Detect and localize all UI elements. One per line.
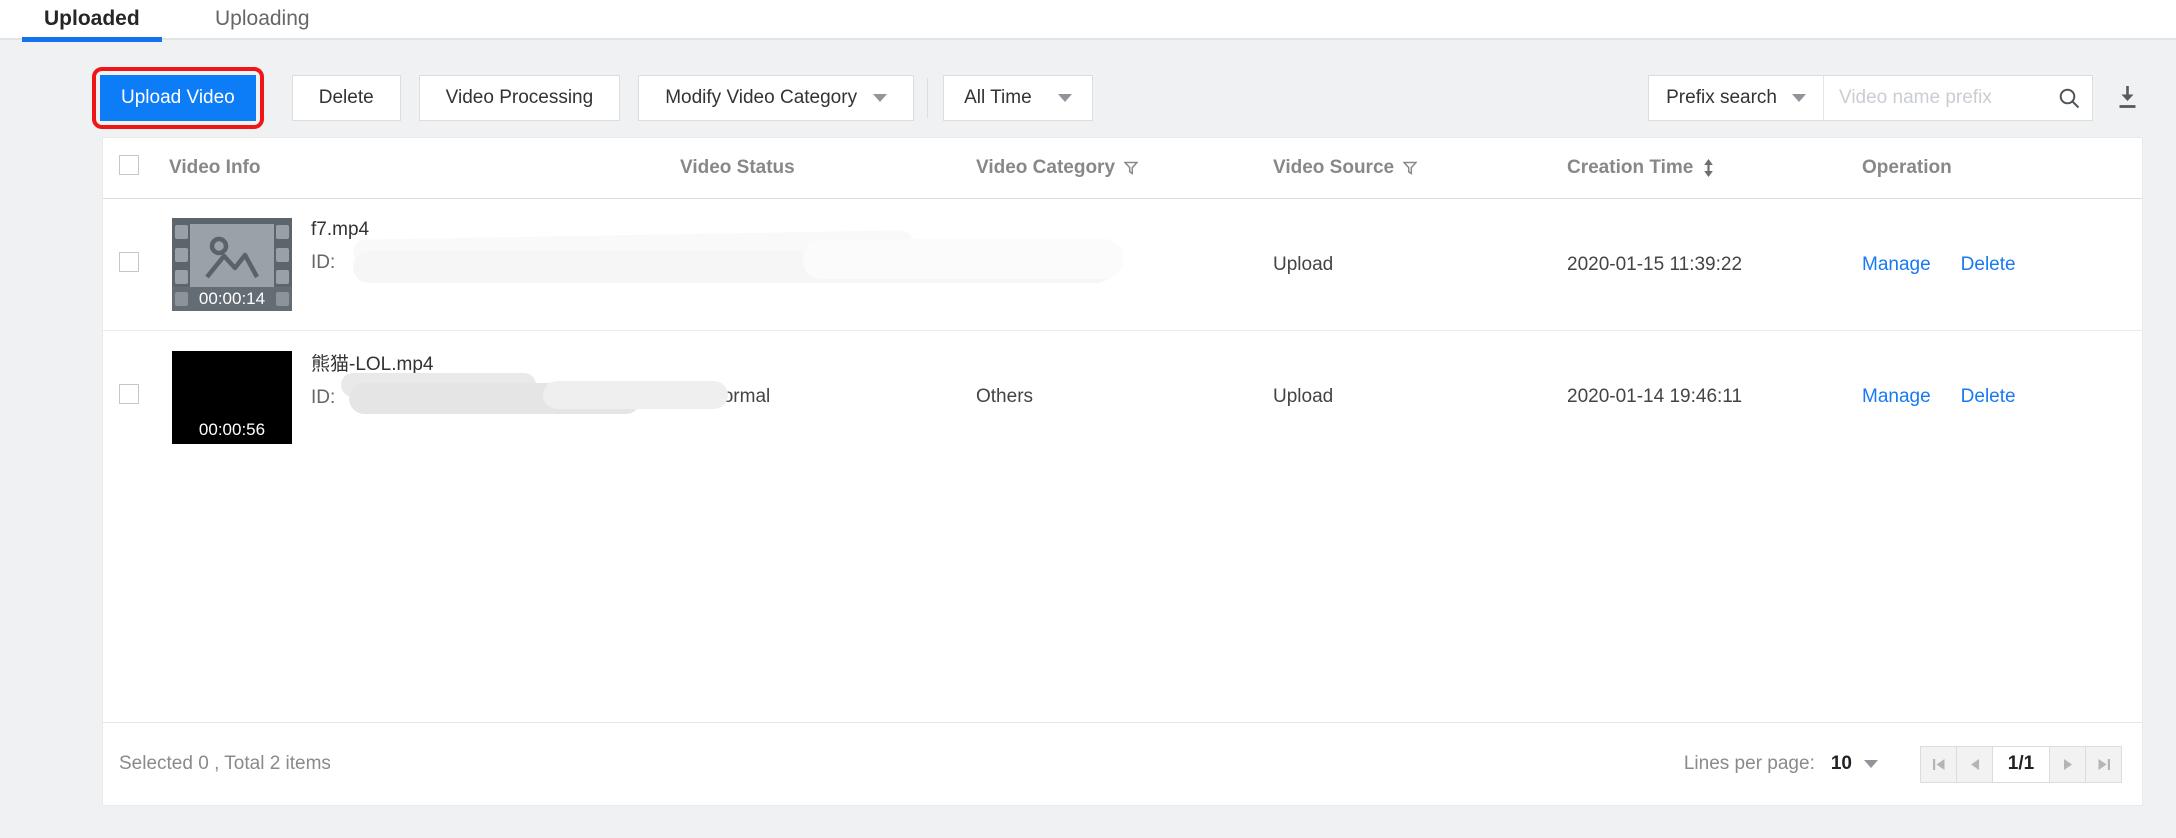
sort-arrows-icon[interactable] <box>1702 159 1715 177</box>
download-icon <box>2119 86 2135 108</box>
video-id-label: ID: <box>311 387 336 408</box>
video-info-cell: 00:00:14 f7.mp4 ID: <box>169 218 680 311</box>
row-select-checkbox[interactable] <box>119 251 139 272</box>
pagination: 1/1 <box>1920 745 2122 783</box>
lines-per-page-value: 10 <box>1830 753 1852 774</box>
next-page-icon <box>2063 758 2072 770</box>
tab-uploading[interactable]: Uploading <box>215 7 310 31</box>
video-status-cell: Normal <box>680 386 976 408</box>
upload-video-button[interactable]: Upload Video <box>100 75 256 121</box>
active-tab-indicator <box>22 37 162 42</box>
prev-page-icon <box>1970 758 1979 770</box>
image-placeholder-icon <box>205 236 259 278</box>
check-circle-icon <box>680 255 700 274</box>
col-video-source: Video Source <box>1273 157 1567 179</box>
col-video-status: Video Status <box>680 157 795 178</box>
export-download-button[interactable] <box>2111 75 2143 121</box>
delete-link[interactable]: Delete <box>1961 386 2016 408</box>
delete-link[interactable]: Delete <box>1961 254 2016 276</box>
magnifier-icon <box>2059 88 2079 108</box>
modify-video-category-label: Modify Video Category <box>665 87 858 108</box>
video-category-cell: Others <box>976 253 1034 275</box>
chevron-down-icon <box>1864 760 1878 768</box>
toolbar-right: Prefix search <box>1648 75 2143 121</box>
tab-uploaded[interactable]: Uploaded <box>44 7 140 31</box>
col-video-category: Video Category <box>976 157 1273 179</box>
col-operation: Operation <box>1862 157 1952 178</box>
creation-time-cell: 2020-01-14 19:46:11 <box>1567 386 1743 407</box>
row-select-checkbox[interactable] <box>119 384 139 404</box>
search-input[interactable] <box>1824 76 2046 120</box>
operation-cell: Manage Delete <box>1862 386 2142 408</box>
toolbar-divider <box>927 78 929 118</box>
toolbar: Upload Video Delete Video Processing Mod… <box>92 67 2143 129</box>
col-video-info: Video Info <box>169 157 261 178</box>
video-id-label: ID: <box>311 252 336 273</box>
time-filter-dropdown[interactable]: All Time <box>943 75 1094 121</box>
search-scope-label: Prefix search <box>1666 87 1777 108</box>
video-thumbnail: 00:00:56 <box>172 350 292 444</box>
manage-link[interactable]: Manage <box>1862 254 1931 276</box>
video-category-cell: Others <box>976 386 1034 407</box>
duration-badge: 00:00:56 <box>198 419 266 439</box>
funnel-filter-icon[interactable] <box>1124 161 1139 175</box>
video-table-panel: Video Info Video Status Video Category V… <box>102 137 2143 806</box>
table-row: 00:00:14 f7.mp4 ID: Normal Others Upload… <box>103 199 2142 331</box>
manage-link[interactable]: Manage <box>1862 386 1931 408</box>
funnel-filter-icon[interactable] <box>1403 161 1418 175</box>
table-footer: Selected 0 , Total 2 items Lines per pag… <box>103 722 2142 805</box>
lines-per-page-dropdown[interactable]: 10 <box>1831 753 1878 775</box>
last-page-icon <box>2098 758 2110 770</box>
video-name: 熊猫-LOL.mp4 <box>311 354 434 375</box>
video-source-cell: Upload <box>1273 386 1334 407</box>
check-circle-icon <box>680 387 700 407</box>
tab-bar: Uploaded Uploading <box>0 0 2176 42</box>
next-page-button[interactable] <box>2049 745 2086 783</box>
chevron-down-icon <box>873 94 888 102</box>
chevron-down-icon <box>1058 94 1073 102</box>
video-source-cell: Upload <box>1273 253 1334 275</box>
select-all-checkbox[interactable] <box>119 155 139 175</box>
film-strip-image-icon: 00:00:14 <box>172 218 292 311</box>
video-processing-button[interactable]: Video Processing <box>418 75 621 121</box>
annotation-highlight-ring: Upload Video <box>92 67 264 129</box>
creation-time-cell: 2020-01-15 11:39:22 <box>1567 253 1743 275</box>
search-scope-dropdown[interactable]: Prefix search <box>1649 76 1824 120</box>
status-text: Normal <box>709 253 771 275</box>
last-page-button[interactable] <box>2085 745 2122 783</box>
lines-per-page-label: Lines per page: <box>1683 753 1815 774</box>
modify-video-category-dropdown[interactable]: Modify Video Category <box>638 75 915 121</box>
search-control: Prefix search <box>1648 75 2093 121</box>
time-filter-label: All Time <box>964 87 1032 108</box>
first-page-button[interactable] <box>1920 745 1957 783</box>
delete-button[interactable]: Delete <box>291 75 401 121</box>
col-creation-time: Creation Time <box>1567 157 1862 179</box>
status-text: Normal <box>709 386 771 407</box>
video-status-cell: Normal <box>680 254 976 276</box>
chevron-down-icon <box>1792 94 1806 102</box>
video-name: f7.mp4 <box>311 219 370 240</box>
first-page-icon <box>1932 758 1944 770</box>
selection-summary: Selected 0 , Total 2 items <box>119 753 331 774</box>
search-button[interactable] <box>2046 76 2092 120</box>
duration-badge: 00:00:14 <box>198 289 266 308</box>
table-header: Video Info Video Status Video Category V… <box>103 138 2142 199</box>
operation-cell: Manage Delete <box>1862 254 2142 276</box>
video-info-cell: 00:00:56 熊猫-LOL.mp4 ID: <box>169 349 680 445</box>
table-row: 00:00:56 熊猫-LOL.mp4 ID: Normal Others Up… <box>103 331 2142 463</box>
prev-page-button[interactable] <box>1956 745 1993 783</box>
page-indicator: 1/1 <box>1992 745 2050 783</box>
